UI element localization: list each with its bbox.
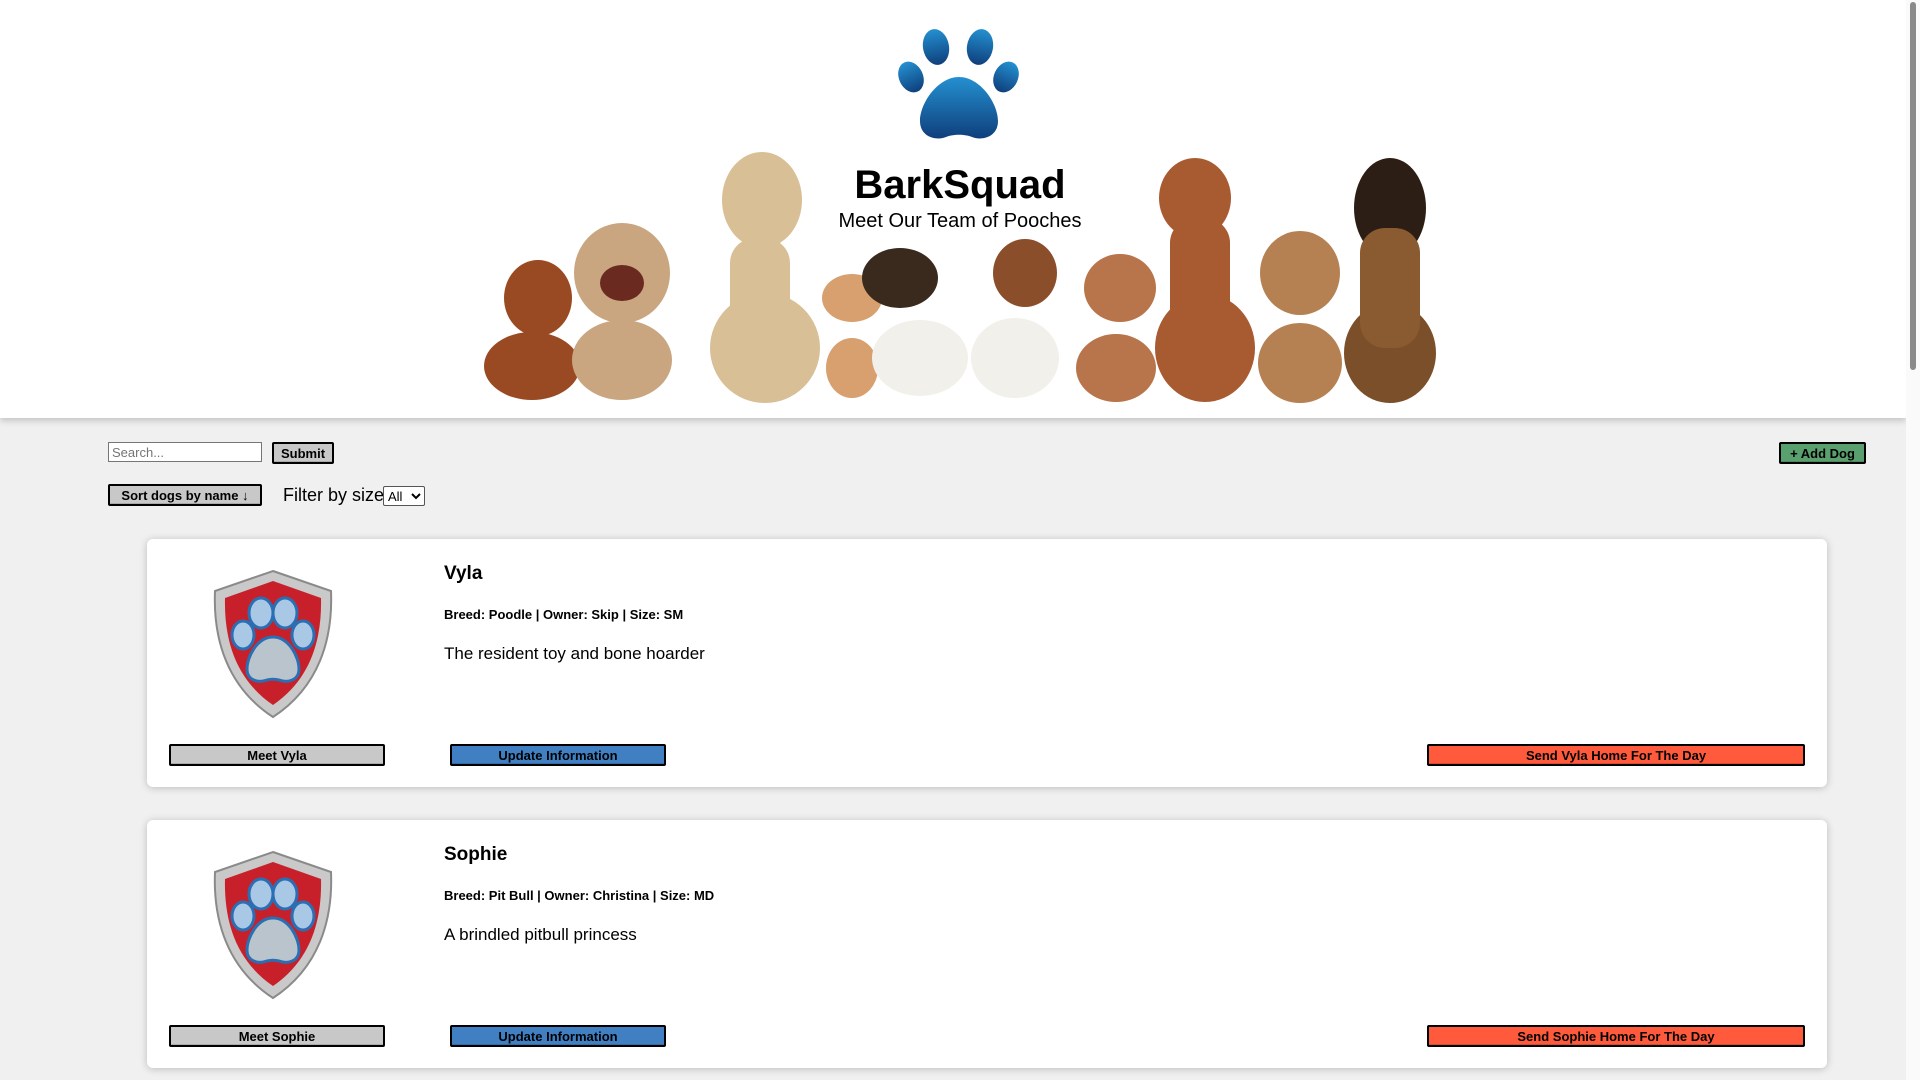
send-home-button[interactable]: Send Sophie Home For The Day (1427, 1025, 1805, 1047)
dog-basset-1 (862, 248, 968, 396)
dog-mastiff (484, 260, 580, 400)
update-information-button[interactable]: Update Information (450, 1025, 666, 1047)
scrollbar-thumb[interactable] (1910, 2, 1916, 370)
dog-description: A brindled pitbull princess (444, 925, 637, 944)
add-dog-button[interactable]: + Add Dog (1779, 442, 1866, 464)
filter-size-label: Filter by size: (283, 485, 390, 505)
update-information-button[interactable]: Update Information (450, 744, 666, 766)
sort-filter-bar: Sort dogs by name ↓ Filter by size: All (108, 484, 508, 508)
dog-french-bulldog (1076, 254, 1156, 402)
dog-card: Sophie Breed: Pit Bull | Owner: Christin… (147, 820, 1827, 1068)
paw-shield-icon (213, 850, 333, 1000)
dog-details: Breed: Pit Bull | Owner: Christina | Siz… (444, 888, 715, 903)
dog-name: Vyla (444, 563, 483, 584)
paw-logo-icon (898, 29, 1019, 139)
dog-bulldog (572, 223, 672, 400)
search-input[interactable] (108, 442, 262, 462)
site-subtitle: Meet Our Team of Pooches (838, 210, 1082, 232)
submit-button[interactable]: Submit (272, 442, 334, 464)
search-toolbar: Submit + Add Dog (108, 441, 1866, 465)
dog-basset-2 (971, 239, 1059, 398)
page-scrollbar[interactable] (1906, 0, 1920, 1080)
meet-dog-button[interactable]: Meet Vyla (169, 744, 385, 766)
paw-shield-icon (213, 569, 333, 719)
hero-header: BarkSquad Meet Our Team of Pooches (0, 0, 1906, 418)
meet-dog-button[interactable]: Meet Sophie (169, 1025, 385, 1047)
send-home-button[interactable]: Send Vyla Home For The Day (1427, 744, 1805, 766)
dog-name: Sophie (444, 844, 508, 865)
page: BarkSquad Meet Our Team of Pooches Submi… (0, 0, 1906, 1080)
dog-terrier (1258, 231, 1342, 403)
dog-card: Vyla Breed: Poodle | Owner: Skip | Size:… (147, 539, 1827, 787)
dog-details: Breed: Poodle | Owner: Skip | Size: SM (444, 607, 684, 622)
site-title: BarkSquad (854, 163, 1066, 207)
dog-description: The resident toy and bone hoarder (444, 644, 705, 663)
sort-by-name-button[interactable]: Sort dogs by name ↓ (108, 484, 262, 506)
filter-size-select[interactable]: All (383, 486, 425, 506)
